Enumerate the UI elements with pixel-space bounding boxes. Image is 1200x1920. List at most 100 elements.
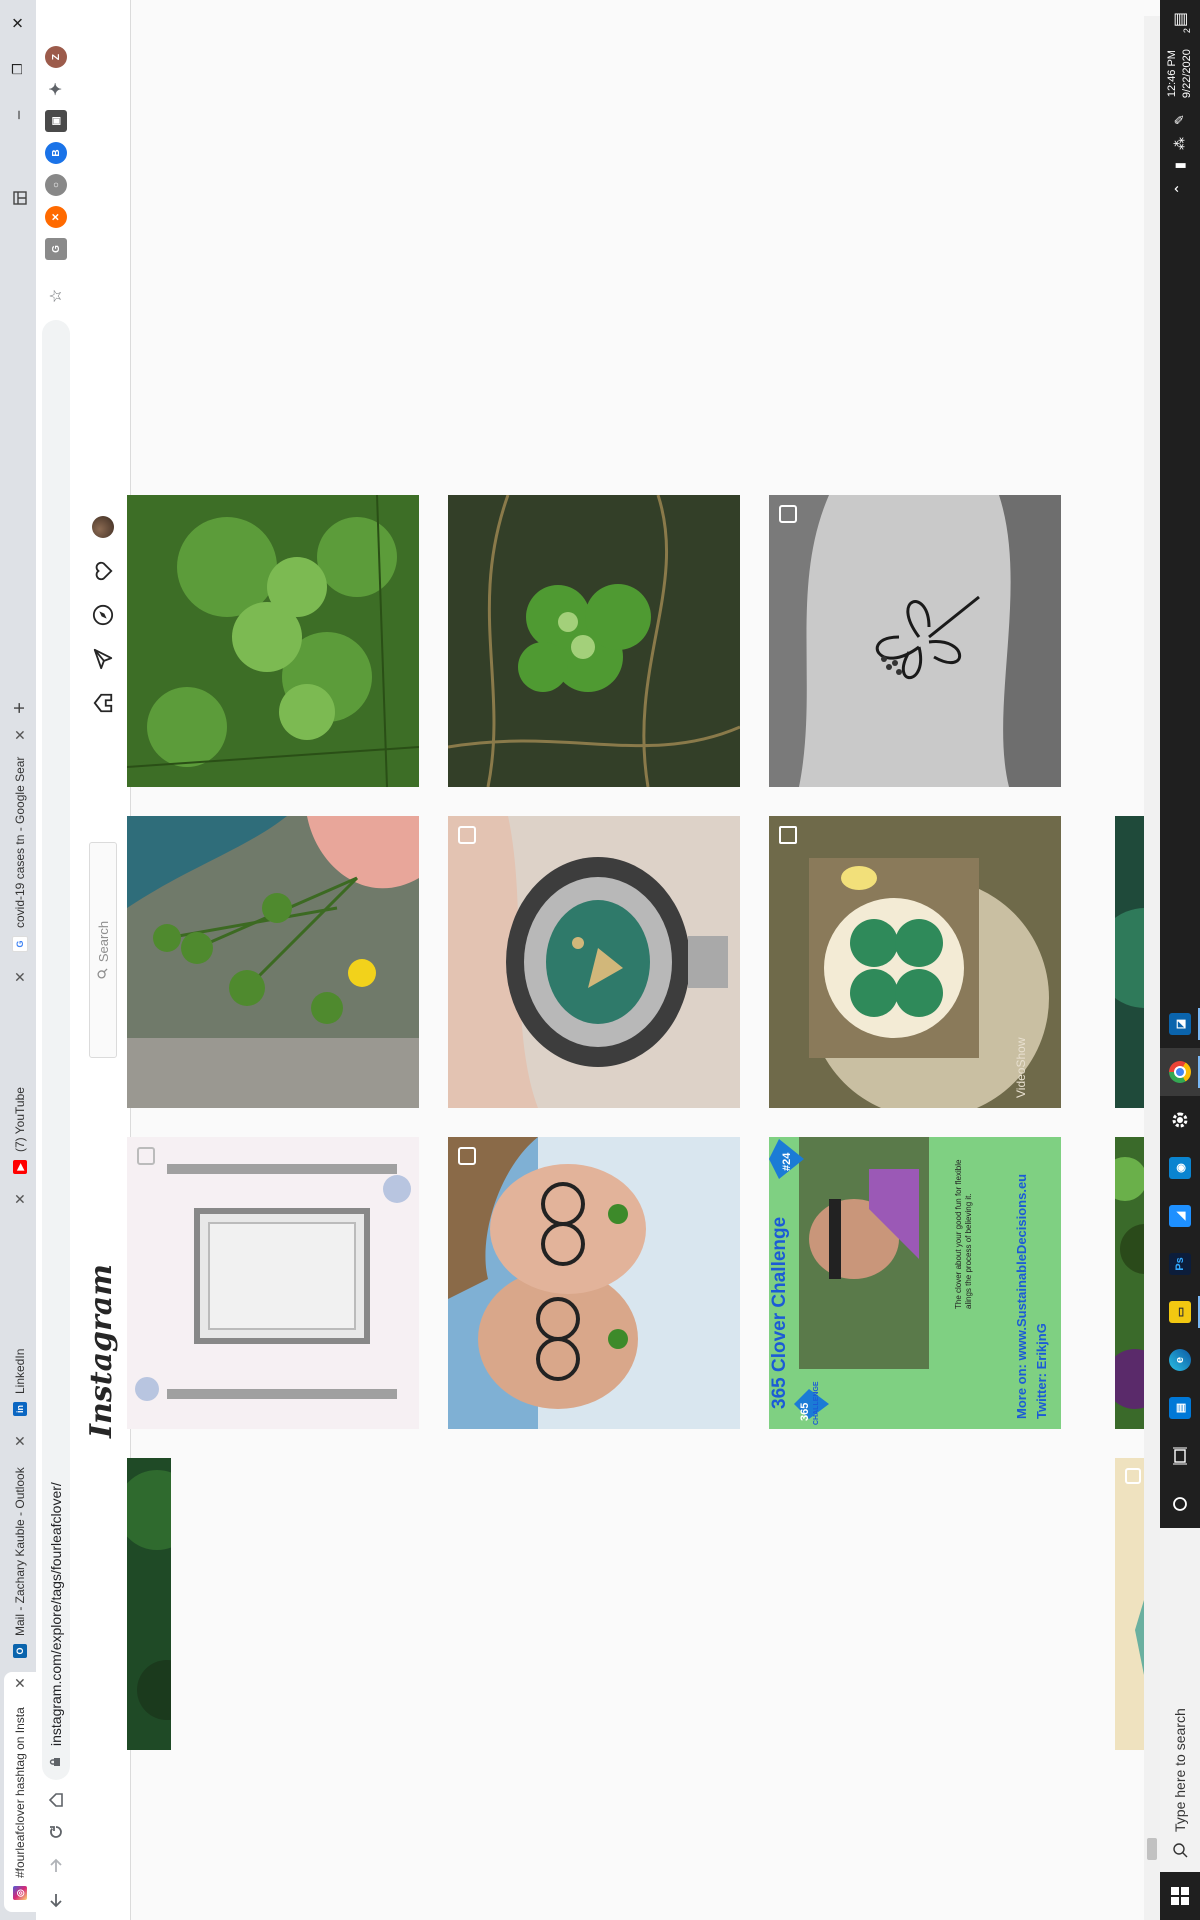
activity-icon[interactable] <box>89 557 117 585</box>
tab-instagram[interactable]: ◎ #fourleafclover hashtag on Insta ✕ <box>4 1672 36 1912</box>
carousel-icon <box>779 505 797 523</box>
post-365-clover-challenge[interactable]: 365 Clover Challenge 365 CHALLENGE #24 T… <box>769 1137 1061 1429</box>
close-icon[interactable]: ✕ <box>12 1672 29 1694</box>
clock[interactable]: 12:46 PM 9/22/2020 <box>1165 39 1195 108</box>
bookmark-star-icon[interactable]: ☆ <box>42 282 70 310</box>
back-button[interactable] <box>40 1884 72 1916</box>
post-dark-green-leaf[interactable] <box>127 1458 171 1750</box>
carousel-icon <box>458 826 476 844</box>
camera-extension-icon[interactable]: ▣ <box>45 110 67 132</box>
videoshow-watermark: VideoShow <box>1014 1037 1028 1099</box>
tab-linkedin[interactable]: in LinkedIn ✕ <box>4 1188 36 1428</box>
post-clover-patch[interactable] <box>127 495 419 787</box>
challenge-day: #24 <box>781 1152 793 1171</box>
cortana-icon[interactable] <box>1160 1480 1200 1528</box>
reload-button[interactable] <box>40 1816 72 1848</box>
profile-avatar[interactable] <box>89 513 117 541</box>
close-icon[interactable]: ✕ <box>12 724 29 746</box>
challenge-twitter: Twitter: ErikjnG <box>1034 1323 1049 1419</box>
notification-center-icon[interactable]: ▤ 2 <box>1170 0 1192 39</box>
challenge-badge-sub: CHALLENGE <box>813 1381 820 1425</box>
direct-icon[interactable] <box>89 645 117 673</box>
restore-button[interactable]: ❐ <box>0 46 36 92</box>
carousel-icon <box>1125 1468 1141 1484</box>
tab-strip: ◎ #fourleafclover hashtag on Insta ✕ O M… <box>0 0 36 1920</box>
url-text: instagram.com/explore/tags/fourleafclove… <box>48 1482 64 1746</box>
taskbar-search-placeholder: Type here to search <box>1172 1708 1188 1832</box>
tab-title: LinkedIn <box>13 1348 27 1394</box>
video-icon <box>779 826 797 844</box>
chrome-app-icon[interactable] <box>1160 1048 1200 1096</box>
challenge-title: 365 Clover Challenge <box>769 1216 790 1409</box>
tab-outlook[interactable]: O Mail - Zachary Kauble - Outlook ✕ <box>4 1430 36 1670</box>
post-turquoise-pendant[interactable] <box>448 816 740 1108</box>
tab-youtube[interactable]: ▶ (7) YouTube ✕ <box>4 966 36 1186</box>
post-clover-yellow-flower[interactable] <box>127 816 419 1108</box>
outlook-app-icon[interactable]: ◪ <box>1160 1000 1200 1048</box>
challenge-caption: The clover about your good fun for flexi… <box>954 1159 973 1309</box>
windows-start-icon[interactable] <box>1160 1872 1200 1920</box>
task-view-icon[interactable] <box>1160 1432 1200 1480</box>
tab-title: #fourleafclover hashtag on Insta <box>13 1707 27 1878</box>
orange-extension-icon[interactable]: ✕ <box>45 206 67 228</box>
notification-count: 2 <box>1182 28 1192 34</box>
circle-extension-icon[interactable]: ○ <box>45 174 67 196</box>
pen-icon[interactable]: ✎ <box>1172 108 1188 131</box>
tab-title: covid-19 cases tn - Google Sear <box>13 756 27 928</box>
lock-icon <box>48 1756 64 1768</box>
browser-toolbar: instagram.com/explore/tags/fourleafclove… <box>36 0 77 1920</box>
new-tab-button[interactable]: + <box>6 694 34 722</box>
horizontal-scrollbar[interactable] <box>1144 16 1160 1920</box>
tab-search-icon[interactable] <box>6 184 34 212</box>
carousel-icon <box>458 1147 476 1165</box>
chevron-up-icon[interactable]: ⌃ <box>1172 175 1189 203</box>
linkedin-icon: in <box>13 1402 27 1416</box>
paint-app-icon[interactable]: ◢ <box>1160 1192 1200 1240</box>
sticky-notes-app-icon[interactable]: ▭ <box>1160 1288 1200 1336</box>
minimize-button[interactable]: – <box>0 92 36 138</box>
profile-icon[interactable]: Z <box>45 46 67 68</box>
home-button[interactable] <box>40 1784 72 1816</box>
search-icon <box>96 968 111 979</box>
tab-google[interactable]: G covid-19 cases tn - Google Sear ✕ <box>4 724 36 964</box>
google-icon: G <box>12 936 28 952</box>
battery-icon[interactable]: ▮ <box>1172 156 1188 175</box>
close-icon[interactable]: ✕ <box>12 1188 29 1210</box>
post-four-leaf-clover-grass[interactable] <box>448 495 740 787</box>
forward-button[interactable] <box>40 1850 72 1882</box>
store-app-icon[interactable]: ▤ <box>1160 1384 1200 1432</box>
challenge-badge-top: 365 <box>799 1402 811 1421</box>
post-clover-painting[interactable]: VideoShow <box>769 816 1061 1108</box>
instagram-logo[interactable]: Instagram <box>84 1264 119 1438</box>
instagram-header: Instagram Search <box>76 0 131 1920</box>
clock-date: 9/22/2020 <box>1181 49 1193 99</box>
grammarly-extension-icon[interactable]: G <box>45 238 67 260</box>
post-couple-selfie[interactable] <box>448 1137 740 1429</box>
edge-app-icon[interactable]: e <box>1160 1336 1200 1384</box>
explore-icon[interactable] <box>89 601 117 629</box>
close-icon[interactable]: ✕ <box>12 1430 29 1452</box>
close-window-button[interactable]: ✕ <box>0 0 36 46</box>
photoshop-app-icon[interactable]: Ps <box>1160 1240 1200 1288</box>
outlook-icon: O <box>13 1644 27 1658</box>
taskbar: Type here to search ▤ e ▭ Ps ◢ ◉ ◪ ⌃ ▮ ⁂… <box>1160 0 1200 1920</box>
screen: ◎ #fourleafclover hashtag on Insta ✕ O M… <box>0 0 1200 1920</box>
network-icon[interactable]: ⁂ <box>1172 131 1188 156</box>
close-icon[interactable]: ✕ <box>12 966 29 988</box>
instagram-icon: ◎ <box>13 1886 27 1900</box>
puzzle-extensions-icon[interactable]: ✦ <box>45 78 67 100</box>
tab-title: (7) YouTube <box>13 1087 27 1152</box>
carousel-icon <box>137 1147 155 1165</box>
taskbar-search-input[interactable]: Type here to search <box>1160 1528 1200 1872</box>
post-clover-tattoo[interactable] <box>769 495 1061 787</box>
scrollbar-thumb[interactable] <box>1147 1838 1157 1860</box>
search-placeholder: Search <box>95 920 111 963</box>
challenge-more: More on: www.SustainableDecisions.eu <box>1014 1173 1029 1419</box>
search-input[interactable]: Search <box>89 842 117 1058</box>
address-bar[interactable]: instagram.com/explore/tags/fourleafclove… <box>42 320 70 1780</box>
blue-extension-icon[interactable]: B <box>45 142 67 164</box>
settings-gear-icon[interactable] <box>1160 1096 1200 1144</box>
post-frame-with-columns[interactable] <box>127 1137 419 1429</box>
home-icon[interactable] <box>89 689 117 717</box>
network-app-icon[interactable]: ◉ <box>1160 1144 1200 1192</box>
